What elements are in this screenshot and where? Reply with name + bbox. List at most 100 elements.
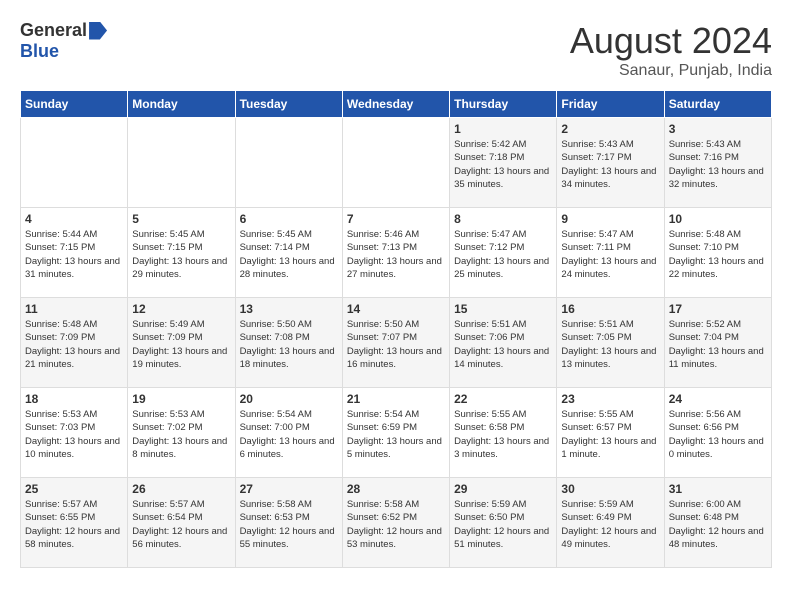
day-number: 31	[669, 482, 767, 496]
day-info: Sunrise: 5:54 AM Sunset: 6:59 PM Dayligh…	[347, 408, 445, 461]
location-subtitle: Sanaur, Punjab, India	[570, 62, 772, 80]
calendar-cell	[21, 118, 128, 208]
day-number: 25	[25, 482, 123, 496]
calendar-cell: 29 Sunrise: 5:59 AM Sunset: 6:50 PM Dayli…	[450, 478, 557, 568]
day-info: Sunrise: 5:55 AM Sunset: 6:58 PM Dayligh…	[454, 408, 552, 461]
calendar-cell: 5 Sunrise: 5:45 AM Sunset: 7:15 PM Daylig…	[128, 208, 235, 298]
day-info: Sunrise: 5:55 AM Sunset: 6:57 PM Dayligh…	[561, 408, 659, 461]
day-info: Sunrise: 5:51 AM Sunset: 7:06 PM Dayligh…	[454, 318, 552, 371]
day-info: Sunrise: 5:59 AM Sunset: 6:50 PM Dayligh…	[454, 498, 552, 551]
col-sunday: Sunday	[21, 91, 128, 118]
day-number: 9	[561, 212, 659, 226]
day-number: 16	[561, 302, 659, 316]
day-info: Sunrise: 5:58 AM Sunset: 6:53 PM Dayligh…	[240, 498, 338, 551]
day-number: 6	[240, 212, 338, 226]
day-info: Sunrise: 5:54 AM Sunset: 7:00 PM Dayligh…	[240, 408, 338, 461]
calendar-cell: 15 Sunrise: 5:51 AM Sunset: 7:06 PM Dayli…	[450, 298, 557, 388]
day-number: 29	[454, 482, 552, 496]
day-info: Sunrise: 5:47 AM Sunset: 7:11 PM Dayligh…	[561, 228, 659, 281]
day-number: 27	[240, 482, 338, 496]
calendar-cell: 14Sunrise: 5:50 AM Sunset: 7:07 PM Dayli…	[342, 298, 449, 388]
calendar-cell: 17Sunrise: 5:52 AM Sunset: 7:04 PM Dayli…	[664, 298, 771, 388]
calendar-cell: 13 Sunrise: 5:50 AM Sunset: 7:08 PM Dayli…	[235, 298, 342, 388]
calendar-cell: 11 Sunrise: 5:48 AM Sunset: 7:09 PM Dayli…	[21, 298, 128, 388]
day-info: Sunrise: 5:44 AM Sunset: 7:15 PM Dayligh…	[25, 228, 123, 281]
day-number: 22	[454, 392, 552, 406]
calendar-cell: 20 Sunrise: 5:54 AM Sunset: 7:00 PM Dayli…	[235, 388, 342, 478]
calendar-week-row: 18 Sunrise: 5:53 AM Sunset: 7:03 PM Dayli…	[21, 388, 772, 478]
day-number: 28	[347, 482, 445, 496]
calendar-cell: 28Sunrise: 5:58 AM Sunset: 6:52 PM Dayli…	[342, 478, 449, 568]
day-info: Sunrise: 5:56 AM Sunset: 6:56 PM Dayligh…	[669, 408, 767, 461]
day-number: 13	[240, 302, 338, 316]
day-number: 30	[561, 482, 659, 496]
day-number: 26	[132, 482, 230, 496]
day-info: Sunrise: 5:49 AM Sunset: 7:09 PM Dayligh…	[132, 318, 230, 371]
day-number: 20	[240, 392, 338, 406]
day-info: Sunrise: 5:42 AM Sunset: 7:18 PM Dayligh…	[454, 138, 552, 191]
col-wednesday: Wednesday	[342, 91, 449, 118]
logo-general-text: General	[20, 20, 87, 41]
col-saturday: Saturday	[664, 91, 771, 118]
calendar-cell: 19Sunrise: 5:53 AM Sunset: 7:02 PM Dayli…	[128, 388, 235, 478]
calendar-cell: 31Sunrise: 6:00 AM Sunset: 6:48 PM Dayli…	[664, 478, 771, 568]
calendar-cell: 12 Sunrise: 5:49 AM Sunset: 7:09 PM Dayli…	[128, 298, 235, 388]
calendar-cell: 24Sunrise: 5:56 AM Sunset: 6:56 PM Dayli…	[664, 388, 771, 478]
day-number: 10	[669, 212, 767, 226]
header-row: Sunday Monday Tuesday Wednesday Thursday…	[21, 91, 772, 118]
day-info: Sunrise: 5:45 AM Sunset: 7:15 PM Dayligh…	[132, 228, 230, 281]
calendar-cell: 9 Sunrise: 5:47 AM Sunset: 7:11 PM Daylig…	[557, 208, 664, 298]
day-info: Sunrise: 5:47 AM Sunset: 7:12 PM Dayligh…	[454, 228, 552, 281]
day-info: Sunrise: 5:53 AM Sunset: 7:03 PM Dayligh…	[25, 408, 123, 461]
calendar-cell: 27 Sunrise: 5:58 AM Sunset: 6:53 PM Dayli…	[235, 478, 342, 568]
calendar-cell: 2 Sunrise: 5:43 AM Sunset: 7:17 PM Daylig…	[557, 118, 664, 208]
day-number: 21	[347, 392, 445, 406]
calendar-cell: 6 Sunrise: 5:45 AM Sunset: 7:14 PM Daylig…	[235, 208, 342, 298]
calendar-cell: 4 Sunrise: 5:44 AM Sunset: 7:15 PM Daylig…	[21, 208, 128, 298]
logo-icon	[89, 22, 107, 40]
day-number: 1	[454, 122, 552, 136]
day-info: Sunrise: 5:57 AM Sunset: 6:54 PM Dayligh…	[132, 498, 230, 551]
day-number: 15	[454, 302, 552, 316]
day-number: 2	[561, 122, 659, 136]
calendar-cell: 25Sunrise: 5:57 AM Sunset: 6:55 PM Dayli…	[21, 478, 128, 568]
col-thursday: Thursday	[450, 91, 557, 118]
calendar-table: Sunday Monday Tuesday Wednesday Thursday…	[20, 90, 772, 568]
day-number: 5	[132, 212, 230, 226]
day-info: Sunrise: 5:51 AM Sunset: 7:05 PM Dayligh…	[561, 318, 659, 371]
day-number: 12	[132, 302, 230, 316]
logo: General Blue	[20, 20, 107, 62]
day-number: 7	[347, 212, 445, 226]
calendar-cell	[342, 118, 449, 208]
day-number: 14	[347, 302, 445, 316]
day-number: 8	[454, 212, 552, 226]
logo-blue-text: Blue	[20, 41, 59, 62]
calendar-week-row: 25Sunrise: 5:57 AM Sunset: 6:55 PM Dayli…	[21, 478, 772, 568]
day-info: Sunrise: 5:48 AM Sunset: 7:09 PM Dayligh…	[25, 318, 123, 371]
calendar-cell: 26 Sunrise: 5:57 AM Sunset: 6:54 PM Dayli…	[128, 478, 235, 568]
calendar-cell	[128, 118, 235, 208]
day-info: Sunrise: 5:46 AM Sunset: 7:13 PM Dayligh…	[347, 228, 445, 281]
calendar-cell: 7 Sunrise: 5:46 AM Sunset: 7:13 PM Daylig…	[342, 208, 449, 298]
calendar-cell: 21 Sunrise: 5:54 AM Sunset: 6:59 PM Dayli…	[342, 388, 449, 478]
day-info: Sunrise: 5:45 AM Sunset: 7:14 PM Dayligh…	[240, 228, 338, 281]
page-header: General Blue August 2024 Sanaur, Punjab,…	[20, 20, 772, 80]
calendar-cell	[235, 118, 342, 208]
calendar-header: Sunday Monday Tuesday Wednesday Thursday…	[21, 91, 772, 118]
day-number: 18	[25, 392, 123, 406]
calendar-cell: 18 Sunrise: 5:53 AM Sunset: 7:03 PM Dayli…	[21, 388, 128, 478]
calendar-cell: 8 Sunrise: 5:47 AM Sunset: 7:12 PM Daylig…	[450, 208, 557, 298]
col-friday: Friday	[557, 91, 664, 118]
day-info: Sunrise: 5:43 AM Sunset: 7:17 PM Dayligh…	[561, 138, 659, 191]
day-info: Sunrise: 5:50 AM Sunset: 7:08 PM Dayligh…	[240, 318, 338, 371]
calendar-cell: 10 Sunrise: 5:48 AM Sunset: 7:10 PM Dayli…	[664, 208, 771, 298]
day-number: 11	[25, 302, 123, 316]
day-info: Sunrise: 5:53 AM Sunset: 7:02 PM Dayligh…	[132, 408, 230, 461]
col-monday: Monday	[128, 91, 235, 118]
day-number: 4	[25, 212, 123, 226]
calendar-cell: 1 Sunrise: 5:42 AM Sunset: 7:18 PM Daylig…	[450, 118, 557, 208]
day-info: Sunrise: 5:43 AM Sunset: 7:16 PM Dayligh…	[669, 138, 767, 191]
day-info: Sunrise: 5:48 AM Sunset: 7:10 PM Dayligh…	[669, 228, 767, 281]
col-tuesday: Tuesday	[235, 91, 342, 118]
calendar-week-row: 4 Sunrise: 5:44 AM Sunset: 7:15 PM Daylig…	[21, 208, 772, 298]
